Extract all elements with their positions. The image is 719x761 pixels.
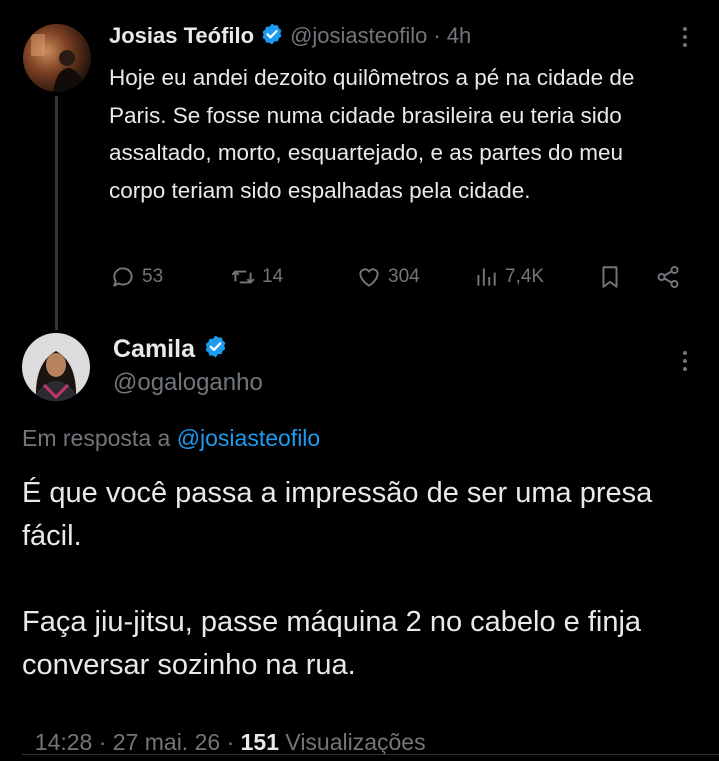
verified-badge-icon bbox=[203, 334, 228, 364]
reply-views-count: 151 bbox=[240, 729, 279, 755]
reply-timestamp[interactable]: 14:28 · 27 mai. 26 · bbox=[35, 729, 241, 755]
divider bbox=[22, 754, 719, 755]
views-button[interactable]: 7,4K bbox=[473, 262, 544, 292]
bookmark-button[interactable] bbox=[597, 262, 623, 292]
share-icon bbox=[657, 265, 679, 289]
author-handle[interactable]: @josiasteofilo bbox=[290, 23, 427, 49]
tweet-text: Hoje eu andei dezoito quilômetros a pé n… bbox=[109, 65, 635, 203]
reply-button[interactable]: 53 bbox=[110, 262, 163, 292]
more-options-icon[interactable] bbox=[680, 27, 690, 51]
reply-text: É que você passa a impressão de ser uma … bbox=[22, 472, 682, 687]
repost-button[interactable]: 14 bbox=[230, 262, 283, 292]
bookmark-icon bbox=[602, 266, 618, 288]
tweet-time[interactable]: 4h bbox=[447, 23, 471, 49]
more-options-icon[interactable] bbox=[680, 351, 690, 375]
reply-author-name[interactable]: Camila bbox=[113, 335, 195, 364]
reply-author-handle[interactable]: @ogaloganho bbox=[113, 369, 263, 397]
repost-icon bbox=[231, 270, 255, 284]
views-count: 7,4K bbox=[505, 266, 545, 287]
in-reply-label: Em resposta a bbox=[22, 425, 171, 451]
reply-views-label: Visualizações bbox=[285, 729, 426, 755]
time-separator: · bbox=[433, 23, 441, 48]
thread-connector-line bbox=[55, 96, 58, 330]
author-name[interactable]: Josias Teófilo bbox=[109, 23, 254, 49]
repost-count: 14 bbox=[262, 266, 284, 287]
in-reply-handle-link[interactable]: @josiasteofilo bbox=[177, 425, 321, 451]
avatar-camila[interactable] bbox=[22, 333, 90, 401]
reply-paragraph-2: Faça jiu-jitsu, passe máquina 2 no cabel… bbox=[22, 606, 642, 681]
heart-icon bbox=[359, 268, 379, 287]
like-count: 304 bbox=[388, 266, 420, 287]
reply-paragraph-1: É que você passa a impressão de ser uma … bbox=[22, 477, 653, 552]
reply-icon bbox=[113, 267, 133, 287]
avatar-josias[interactable] bbox=[23, 24, 91, 92]
like-button[interactable]: 304 bbox=[356, 262, 420, 292]
views-chart-icon bbox=[477, 268, 496, 286]
verified-badge-icon bbox=[260, 22, 284, 51]
share-button[interactable] bbox=[655, 262, 681, 292]
reply-count: 53 bbox=[142, 266, 164, 287]
